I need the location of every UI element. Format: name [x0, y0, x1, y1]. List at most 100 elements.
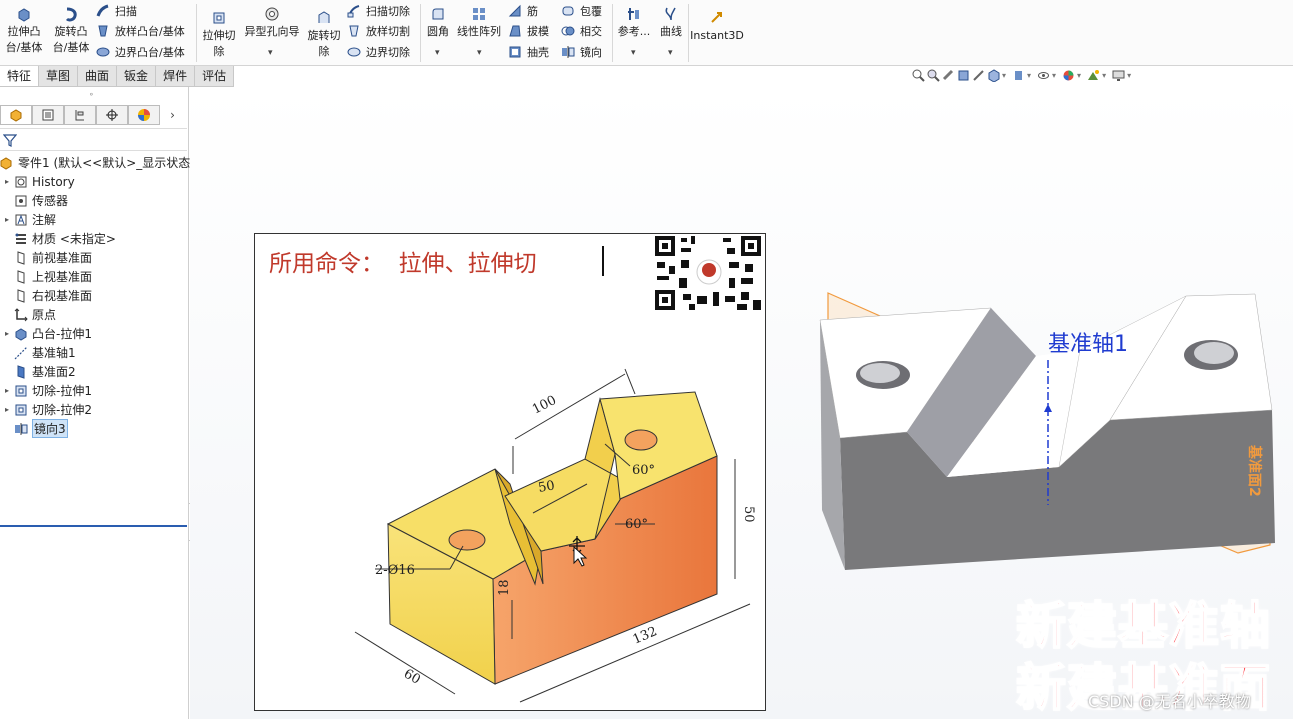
- tree-item-label: 基准面2: [32, 365, 76, 379]
- shell-icon: [509, 46, 521, 58]
- chevron-down-icon[interactable]: ▾: [1052, 71, 1056, 80]
- part-3d-model[interactable]: 基准面2: [800, 280, 1290, 580]
- tree-item-annotations[interactable]: ▸ 注解: [0, 210, 56, 229]
- chevron-down-icon[interactable]: ▾: [1077, 71, 1081, 80]
- revolve-boss-button[interactable]: 旋转凸台/基体: [51, 6, 91, 56]
- property-manager-tab[interactable]: [32, 105, 64, 125]
- plane-icon: [17, 364, 25, 379]
- chevron-down-icon[interactable]: ▾: [1002, 71, 1006, 80]
- chevron-down-icon[interactable]: ▾: [1102, 71, 1106, 80]
- boundary-cut-button[interactable]: 边界切除: [347, 42, 410, 62]
- panel-grip-icon[interactable]: ⚬: [88, 90, 95, 99]
- draft-button[interactable]: 拔模: [508, 21, 549, 41]
- chevron-down-icon[interactable]: ▾: [1127, 71, 1131, 80]
- tree-item-top-plane[interactable]: 上视基准面: [0, 267, 92, 286]
- tree-item-material[interactable]: 材质 <未指定>: [0, 229, 116, 248]
- display-manager-tab[interactable]: [128, 105, 160, 125]
- tree-item-axis1[interactable]: 基准轴1: [0, 343, 76, 362]
- rollback-bar[interactable]: [0, 525, 187, 527]
- tab-sheet-metal[interactable]: 钣金: [117, 66, 157, 87]
- feature-tree-icon: [10, 109, 22, 122]
- wrap-button[interactable]: 包覆: [561, 1, 602, 21]
- configuration-manager-icon: [75, 110, 84, 121]
- hide-show-items-icon[interactable]: [1037, 69, 1050, 82]
- filter-bar[interactable]: [0, 128, 187, 151]
- expand-arrow-icon[interactable]: ▸: [0, 386, 14, 395]
- tab-sketch[interactable]: 草图: [39, 66, 79, 87]
- tree-item-right-plane[interactable]: 右视基准面: [0, 286, 92, 305]
- tree-root-part[interactable]: 零件1 (默认<<默认>_显示状态: [0, 153, 190, 172]
- tab-surfaces[interactable]: 曲面: [78, 66, 118, 87]
- mirror-button[interactable]: 镜向: [561, 42, 602, 62]
- loft-boss-button[interactable]: 放样凸台/基体: [96, 21, 185, 41]
- extrude-boss-button[interactable]: 拉伸凸台/基体: [4, 6, 44, 56]
- tree-item-label: 材质 <未指定>: [32, 232, 116, 246]
- feature-manager-tab[interactable]: [0, 105, 32, 125]
- zoom-to-area-icon[interactable]: [927, 69, 940, 82]
- curves-dropdown-icon[interactable]: ▾: [668, 48, 673, 58]
- apply-scene-icon[interactable]: [1087, 69, 1100, 82]
- tree-item-sensors[interactable]: 传感器: [0, 191, 68, 210]
- fillet-dropdown-icon[interactable]: ▾: [435, 48, 440, 58]
- boundary-cut-label: 边界切除: [366, 46, 410, 59]
- sweep-button[interactable]: 扫描: [96, 1, 137, 21]
- dimxpert-manager-tab[interactable]: [96, 105, 128, 125]
- linear-pattern-dropdown-icon[interactable]: ▾: [477, 48, 482, 58]
- dynamic-annotation-icon[interactable]: [972, 69, 985, 82]
- lofted-cut-button[interactable]: 放样切割: [347, 21, 410, 41]
- intersect-button[interactable]: 相交: [561, 21, 602, 41]
- section-view-icon[interactable]: [957, 69, 970, 82]
- reference-dropdown-icon[interactable]: ▾: [631, 48, 636, 58]
- configuration-manager-tab[interactable]: [64, 105, 96, 125]
- swept-cut-button[interactable]: 扫描切除: [347, 1, 410, 21]
- boundary-cut-icon: [347, 47, 361, 57]
- dimension-label: 18: [497, 579, 512, 596]
- display-style-icon[interactable]: [1012, 69, 1025, 82]
- draft-label: 拔模: [527, 25, 549, 38]
- instant3d-button[interactable]: Instant3D: [690, 10, 744, 44]
- tree-item-front-plane[interactable]: 前视基准面: [0, 248, 92, 267]
- tree-item-origin[interactable]: 原点: [0, 305, 56, 324]
- reference-geometry-button[interactable]: 参考...: [616, 6, 652, 40]
- tree-item-cut-extrude1[interactable]: ▸ 切除-拉伸1: [0, 381, 92, 400]
- expand-arrow-icon[interactable]: ▸: [0, 215, 14, 224]
- hole-wizard-button[interactable]: 异型孔向导: [243, 6, 301, 40]
- tab-evaluate[interactable]: 评估: [195, 66, 235, 87]
- view-orientation-icon[interactable]: [987, 69, 1000, 82]
- tab-features[interactable]: 特征: [0, 66, 40, 87]
- panel-tabs-chevron-right-icon[interactable]: ›: [160, 108, 185, 122]
- appearance-pie-icon: [138, 109, 150, 121]
- hole-wizard-label: 异型孔向导: [244, 25, 300, 38]
- rib-button[interactable]: 筋: [508, 1, 538, 21]
- hole-wizard-dropdown-icon[interactable]: ▾: [268, 48, 273, 58]
- extrude-boss-icon: [18, 8, 30, 22]
- instant3d-label: Instant3D: [690, 29, 744, 42]
- fillet-button[interactable]: 圆角: [424, 6, 452, 40]
- zoom-to-fit-icon[interactable]: [912, 69, 925, 82]
- extrude-cut-button[interactable]: 拉伸切除: [200, 10, 238, 60]
- expand-arrow-icon[interactable]: ▸: [0, 405, 14, 414]
- filter-icon[interactable]: [3, 133, 17, 147]
- view-settings-icon[interactable]: [1112, 69, 1125, 82]
- tree-item-label: History: [32, 174, 75, 189]
- edit-appearance-icon[interactable]: [1062, 69, 1075, 82]
- watermark: CSDN @无名小卒教物: [1088, 692, 1251, 711]
- curves-button[interactable]: 曲线: [656, 6, 686, 40]
- mirror-label: 镜向: [580, 46, 602, 59]
- tree-item-mirror3[interactable]: 镜向3: [0, 419, 68, 438]
- revolve-cut-button[interactable]: 旋转切除: [305, 10, 343, 60]
- expand-arrow-icon[interactable]: ▸: [0, 329, 14, 338]
- tab-weldments[interactable]: 焊件: [156, 66, 196, 87]
- chevron-down-icon[interactable]: ▾: [1027, 71, 1031, 80]
- linear-pattern-button[interactable]: 线性阵列: [456, 6, 502, 40]
- tree-item-boss-extrude1[interactable]: ▸ 凸台-拉伸1: [0, 324, 92, 343]
- tree-item-cut-extrude2[interactable]: ▸ 切除-拉伸2: [0, 400, 92, 419]
- shell-button[interactable]: 抽壳: [508, 42, 549, 62]
- tree-item-plane2[interactable]: 基准面2: [0, 362, 76, 381]
- boundary-boss-button[interactable]: 边界凸台/基体: [96, 42, 185, 62]
- expand-arrow-icon[interactable]: ▸: [0, 177, 14, 186]
- tree-item-history[interactable]: ▸ History: [0, 172, 75, 191]
- intersect-label: 相交: [580, 25, 602, 38]
- previous-view-icon[interactable]: [942, 69, 955, 82]
- tree-item-label: 右视基准面: [32, 289, 93, 303]
